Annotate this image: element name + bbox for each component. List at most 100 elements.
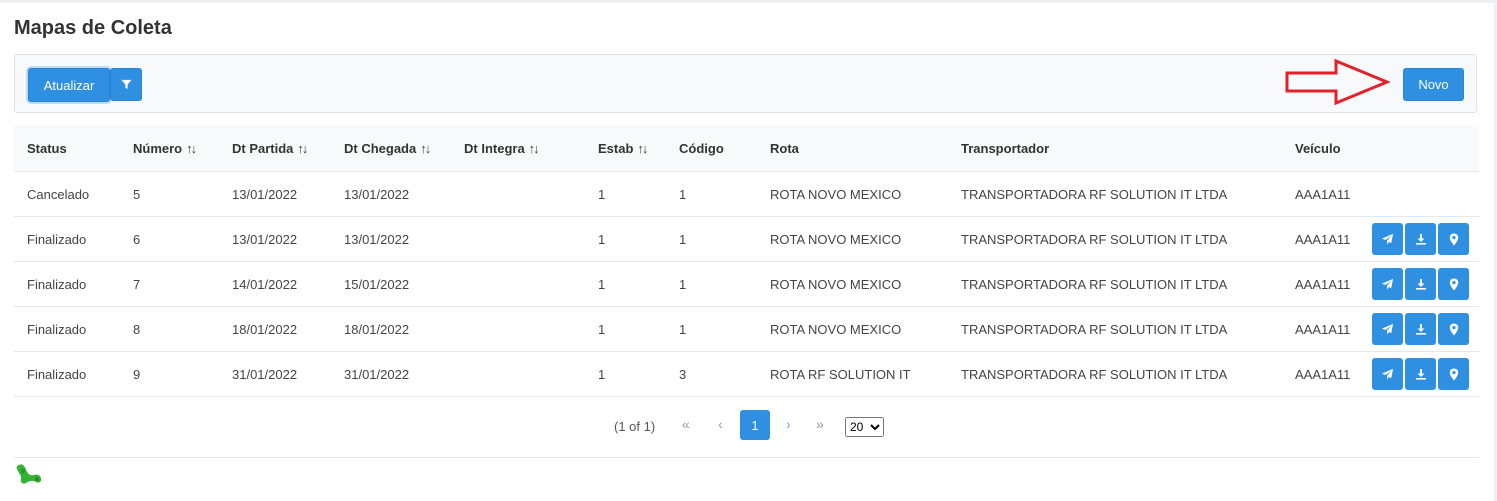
footer-divider <box>14 457 1479 458</box>
cell-estab: 1 <box>585 351 666 397</box>
top-border <box>0 0 1497 3</box>
cell-estab: 1 <box>585 306 666 352</box>
sort-icon[interactable]: ↑↓ <box>297 141 308 156</box>
cell-codigo: 1 <box>666 261 757 307</box>
download-icon <box>1415 234 1426 245</box>
cell-veiculo: AAA1A11 <box>1282 306 1369 352</box>
table-row[interactable]: Cancelado 5 13/01/2022 13/01/2022 1 1 ROTA NOV… <box>14 171 1479 217</box>
column-header-label: Estab <box>598 140 634 156</box>
cell-codigo: 3 <box>666 351 757 397</box>
page-1-button[interactable]: 1 <box>740 410 770 440</box>
download-icon <box>1415 369 1426 380</box>
column-header-label: Status <box>27 140 67 156</box>
download-button[interactable] <box>1405 268 1436 300</box>
cell-codigo: 1 <box>666 171 757 217</box>
cell-veiculo: AAA1A11 <box>1282 261 1369 307</box>
cell-partida: 13/01/2022 <box>219 216 331 262</box>
location-button[interactable] <box>1438 358 1469 390</box>
cell-transportador: TRANSPORTADORA RF SOLUTION IT LTDA <box>948 171 1282 217</box>
cell-rota: ROTA NOVO MEXICO <box>757 171 948 217</box>
send-button[interactable] <box>1372 358 1403 390</box>
download-icon <box>1415 324 1426 335</box>
cell-veiculo: AAA1A11 <box>1282 171 1369 217</box>
cell-rota: ROTA NOVO MEXICO <box>757 306 948 352</box>
cell-partida: 18/01/2022 <box>219 306 331 352</box>
new-button[interactable]: Novo <box>1403 68 1464 101</box>
cell-rota: ROTA NOVO MEXICO <box>757 261 948 307</box>
column-header-label: Código <box>679 140 724 156</box>
download-button[interactable] <box>1405 223 1436 255</box>
column-header-transportador: Transportador <box>948 125 1282 172</box>
cell-status: Finalizado <box>14 261 120 307</box>
send-icon <box>1381 323 1394 335</box>
cell-actions <box>1369 306 1479 352</box>
column-header-numero[interactable]: Número ↑↓ <box>120 125 219 172</box>
send-button[interactable] <box>1372 313 1403 345</box>
cell-estab: 1 <box>585 261 666 307</box>
column-header-status: Status <box>14 125 120 172</box>
page-info: (1 of 1) <box>614 419 656 434</box>
column-header-rota: Rota <box>757 125 948 172</box>
location-button[interactable] <box>1438 313 1469 345</box>
paginator: (1 of 1) « ‹ 1 › » 20 <box>0 408 1497 440</box>
cell-integra <box>451 171 585 217</box>
prev-page-button[interactable]: ‹ <box>718 416 723 432</box>
cell-chegada: 18/01/2022 <box>331 306 451 352</box>
cell-status: Finalizado <box>14 216 120 262</box>
column-header-dt-partida[interactable]: Dt Partida ↑↓ <box>219 125 331 172</box>
send-button[interactable] <box>1372 268 1403 300</box>
download-button[interactable] <box>1405 313 1436 345</box>
cell-chegada: 13/01/2022 <box>331 216 451 262</box>
cell-chegada: 31/01/2022 <box>331 351 451 397</box>
cell-actions <box>1369 351 1479 397</box>
cell-estab: 1 <box>585 216 666 262</box>
location-button[interactable] <box>1438 223 1469 255</box>
cell-veiculo: AAA1A11 <box>1282 351 1369 397</box>
next-page-button[interactable]: › <box>786 416 791 432</box>
table-row[interactable]: Finalizado 7 14/01/2022 15/01/2022 1 1 ROTA NO… <box>14 261 1479 307</box>
table-row[interactable]: Finalizado 8 18/01/2022 18/01/2022 1 1 ROTA NO… <box>14 306 1479 352</box>
sort-icon[interactable]: ↑↓ <box>529 141 540 156</box>
column-header-veiculo: Veículo <box>1282 125 1369 172</box>
cell-integra <box>451 261 585 307</box>
download-button[interactable] <box>1405 358 1436 390</box>
collection-maps-table: Status Número ↑↓ Dt Partida ↑↓ Dt Chegada ↑↓ Dt… <box>14 125 1479 397</box>
cell-transportador: TRANSPORTADORA RF SOLUTION IT LTDA <box>948 216 1282 262</box>
cell-rota: ROTA NOVO MEXICO <box>757 216 948 262</box>
filter-icon <box>120 79 132 90</box>
send-icon <box>1381 278 1394 290</box>
cell-status: Finalizado <box>14 306 120 352</box>
cell-estab: 1 <box>585 171 666 217</box>
table-body: Cancelado 5 13/01/2022 13/01/2022 1 1 ROTA NOV… <box>14 171 1479 397</box>
cell-transportador: TRANSPORTADORA RF SOLUTION IT LTDA <box>948 351 1282 397</box>
column-header-dt-chegada[interactable]: Dt Chegada ↑↓ <box>331 125 451 172</box>
column-header-estab[interactable]: Estab ↑↓ <box>585 125 666 172</box>
column-header-label: Dt Integra <box>464 140 525 156</box>
annotation-arrow-icon <box>1285 58 1390 106</box>
column-header-label: Número <box>133 140 183 156</box>
column-header-dt-integra[interactable]: Dt Integra ↑↓ <box>451 125 585 172</box>
cell-chegada: 15/01/2022 <box>331 261 451 307</box>
refresh-button[interactable]: Atualizar <box>28 68 110 102</box>
table-row[interactable]: Finalizado 6 13/01/2022 13/01/2022 1 1 ROTA NO… <box>14 216 1479 262</box>
column-header-codigo: Código <box>666 125 757 172</box>
table-row[interactable]: Finalizado 9 31/01/2022 31/01/2022 1 3 ROTA RF… <box>14 351 1479 397</box>
sort-icon[interactable]: ↑↓ <box>420 141 431 156</box>
cell-transportador: TRANSPORTADORA RF SOLUTION IT LTDA <box>948 261 1282 307</box>
cell-integra <box>451 216 585 262</box>
location-button[interactable] <box>1438 268 1469 300</box>
cell-integra <box>451 306 585 352</box>
last-page-button[interactable]: » <box>816 416 824 432</box>
sort-icon[interactable]: ↑↓ <box>186 141 197 156</box>
page-size-select[interactable]: 20 <box>845 417 884 437</box>
map-marker-icon <box>1449 323 1458 335</box>
cell-rota: ROTA RF SOLUTION IT <box>757 351 948 397</box>
first-page-button[interactable]: « <box>682 416 690 432</box>
cell-chegada: 13/01/2022 <box>331 171 451 217</box>
sort-icon[interactable]: ↑↓ <box>637 141 648 156</box>
cell-numero: 9 <box>120 351 219 397</box>
filter-button[interactable] <box>110 68 142 101</box>
map-marker-icon <box>1449 368 1458 380</box>
send-button[interactable] <box>1372 223 1403 255</box>
column-header-actions <box>1369 125 1479 172</box>
